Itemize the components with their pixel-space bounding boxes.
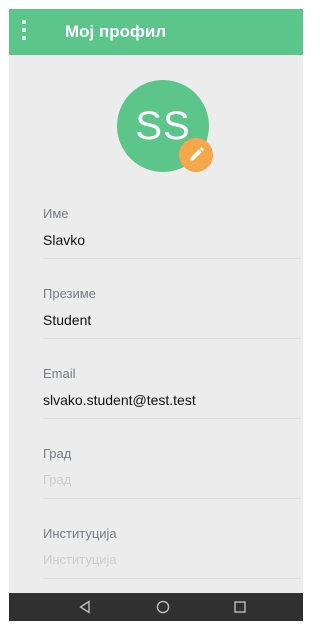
avatar-container: SS [117,80,213,176]
field-label: Презиме [43,286,96,301]
back-triangle-icon [79,600,90,614]
page-title: Мој профил [65,22,167,41]
home-button[interactable] [143,593,183,621]
field-underline [43,578,301,579]
field-placeholder: Град [43,472,72,487]
field-label: Име [43,206,69,221]
field-value: Student [43,312,92,328]
city-field[interactable]: Град Град [43,446,303,526]
system-nav-bar [9,593,303,621]
pencil-icon [190,147,204,161]
field-placeholder: Институција [43,552,117,567]
field-value: Slavko [43,232,86,248]
field-value: slvako.student@test.test [43,392,196,408]
field-underline [43,498,301,499]
edit-avatar-button[interactable] [179,138,213,172]
field-label: Град [43,446,72,461]
field-underline [43,338,301,339]
back-button[interactable] [65,593,105,621]
email-field[interactable]: Email slvako.student@test.test [43,366,303,446]
field-label: Институција [43,526,117,541]
app-bar: Мој профил [9,9,303,55]
first-name-field[interactable]: Име Slavko [43,206,303,286]
more-vert-icon[interactable] [16,19,32,45]
recents-button[interactable] [220,593,260,621]
last-name-field[interactable]: Презиме Student [43,286,303,366]
field-underline [43,418,301,419]
home-circle-icon [156,600,170,614]
field-underline [43,258,301,259]
field-label: Email [43,366,76,381]
phone-screen: Мој профил SS Име Slavko Презиме Student… [9,9,303,621]
recents-square-icon [234,601,246,613]
